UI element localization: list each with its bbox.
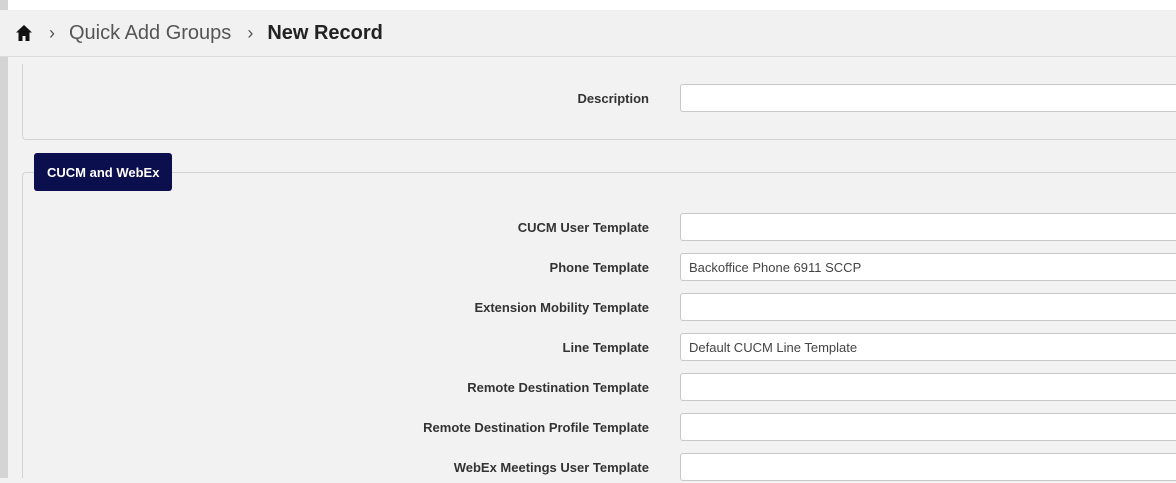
cucm-user-template-label: CUCM User Template — [517, 220, 649, 235]
extension-mobility-template-row: Extension Mobility Template — [0, 293, 1176, 323]
description-row: Description — [0, 84, 1176, 114]
cucm-user-template-input[interactable] — [680, 213, 1176, 241]
webex-meetings-user-template-input[interactable] — [680, 453, 1176, 481]
extension-mobility-template-label: Extension Mobility Template — [474, 300, 649, 315]
remote-destination-profile-template-row: Remote Destination Profile Template — [0, 413, 1176, 443]
cucm-webex-section-header[interactable]: CUCM and WebEx — [34, 153, 173, 191]
phone-template-label: Phone Template — [549, 260, 649, 275]
chevron-right-icon: › — [247, 22, 254, 43]
description-label: Description — [577, 91, 649, 106]
remote-destination-template-input[interactable] — [680, 373, 1176, 401]
phone-template-row: Phone Template — [0, 253, 1176, 283]
line-template-label: Line Template — [562, 340, 649, 355]
line-template-input[interactable] — [680, 333, 1176, 361]
home-icon[interactable] — [15, 24, 33, 42]
breadcrumb: › Quick Add Groups › New Record — [0, 10, 1176, 57]
remote-destination-template-row: Remote Destination Template — [0, 373, 1176, 403]
cucm-user-template-row: CUCM User Template — [0, 213, 1176, 243]
remote-destination-profile-template-input[interactable] — [680, 413, 1176, 441]
phone-template-input[interactable] — [680, 253, 1176, 281]
webex-meetings-user-template-row: WebEx Meetings User Template — [0, 453, 1176, 483]
remote-destination-profile-template-label: Remote Destination Profile Template — [423, 420, 649, 435]
extension-mobility-template-input[interactable] — [680, 293, 1176, 321]
chevron-right-icon: › — [49, 22, 55, 43]
webex-meetings-user-template-label: WebEx Meetings User Template — [453, 460, 649, 475]
remote-destination-template-label: Remote Destination Template — [467, 380, 649, 395]
breadcrumb-quick-add-groups[interactable]: Quick Add Groups — [69, 22, 231, 45]
description-input[interactable] — [680, 84, 1176, 112]
top-strip — [0, 0, 1176, 10]
breadcrumb-current-page: New Record — [267, 21, 383, 44]
line-template-row: Line Template — [0, 333, 1176, 363]
